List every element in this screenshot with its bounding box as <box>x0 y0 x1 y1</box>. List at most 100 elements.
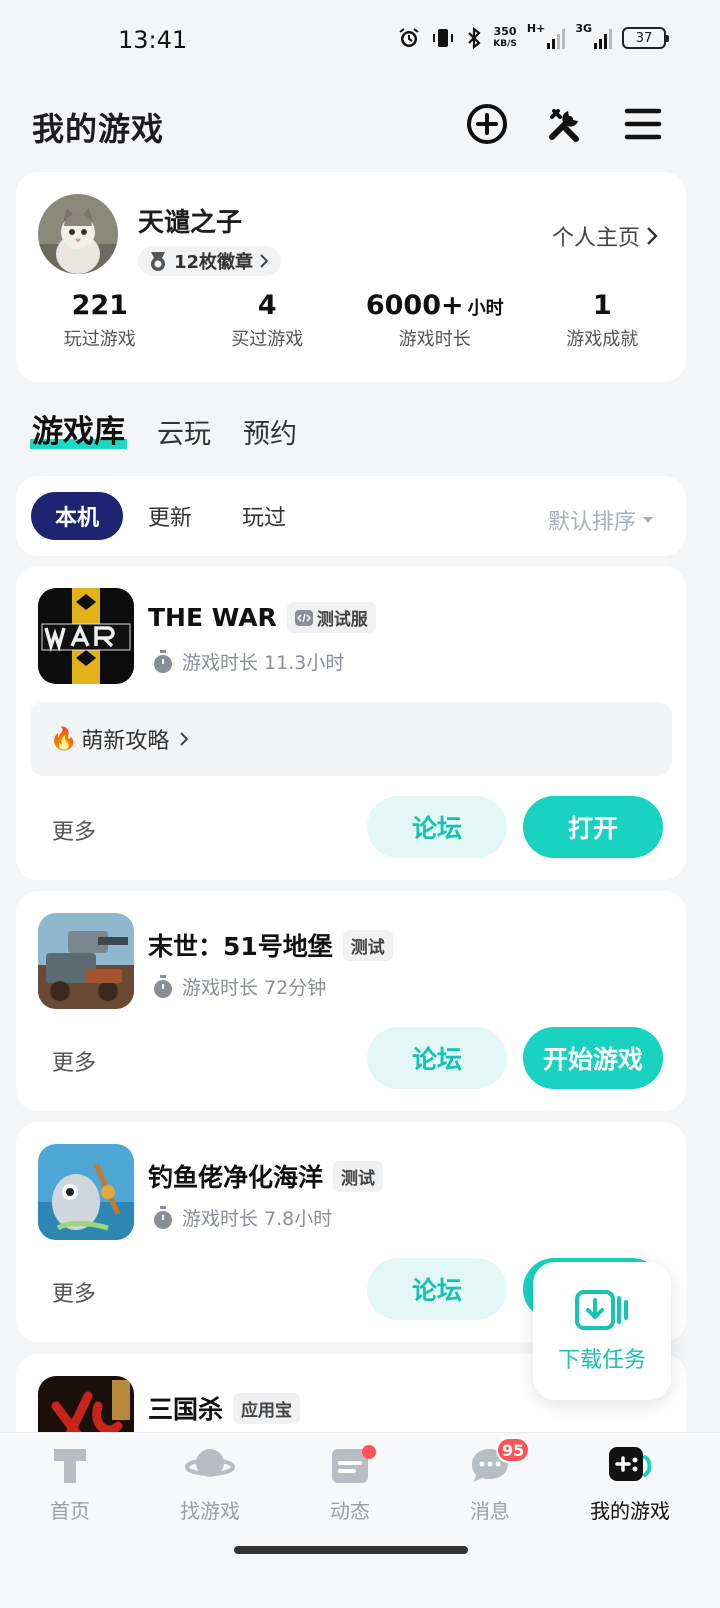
stat-unit: 小时 <box>467 298 504 319</box>
stat-bought[interactable]: 4 买过游戏 <box>184 290 352 351</box>
status-icons: 350 KB/S H+ 3G 37 <box>397 22 669 54</box>
page-header: 我的游戏 <box>0 90 720 160</box>
game-icon-bunker-51[interactable] <box>38 913 134 1009</box>
username: 天谴之子 <box>138 208 243 238</box>
alarm-icon <box>397 22 421 54</box>
homepage-link[interactable]: 个人主页 <box>552 220 658 252</box>
playtime: 游戏时长 72分钟 <box>152 973 326 1000</box>
more-button[interactable]: 更多 <box>52 1045 96 1077</box>
speed-unit: KB/S <box>493 39 517 49</box>
caret-down-icon <box>643 517 653 523</box>
test-tag: 测试 <box>342 929 393 961</box>
more-button[interactable]: 更多 <box>52 814 96 846</box>
add-circle-icon <box>467 104 507 144</box>
status-time: 13:41 <box>118 26 188 54</box>
stopwatch-icon <box>154 1205 172 1229</box>
forum-button[interactable]: 论坛 <box>367 1258 507 1320</box>
stopwatch-icon <box>154 649 172 673</box>
fire-icon: 🔥 <box>50 726 78 752</box>
tab-cloud-play[interactable]: 云玩 <box>157 412 211 451</box>
nav-home[interactable]: 首页 <box>10 1443 130 1524</box>
tools-button[interactable] <box>541 100 589 148</box>
start-game-button[interactable]: 开始游戏 <box>523 1027 663 1089</box>
nav-label: 我的游戏 <box>590 1499 670 1523</box>
playtime: 游戏时长 11.3小时 <box>152 648 344 675</box>
stat-value: 221 <box>71 290 128 321</box>
game-name: 末世：51号地堡 <box>148 932 333 961</box>
nav-messages[interactable]: 95 消息 <box>430 1437 550 1524</box>
planet-icon <box>185 1449 235 1477</box>
gamepad-icon <box>609 1447 652 1481</box>
stat-played[interactable]: 221 玩过游戏 <box>16 290 184 351</box>
tag-label: 测试服 <box>316 610 368 630</box>
badges-count: 12枚徽章 <box>174 252 254 273</box>
playtime-text: 游戏时长 72分钟 <box>182 977 327 999</box>
nav-feed[interactable]: 动态 <box>290 1443 410 1524</box>
nav-discover[interactable]: 找游戏 <box>150 1443 270 1524</box>
game-title: 钓鱼佬净化海洋 测试 <box>148 1158 384 1194</box>
playtime: 游戏时长 7.8小时 <box>152 1204 332 1231</box>
game-card: THE WAR 测试服 游戏时长 11.3小时 🔥 萌新攻略 更多 论坛 打开 <box>16 566 686 880</box>
nav-label: 消息 <box>470 1499 510 1523</box>
game-name: 钓鱼佬净化海洋 <box>148 1163 324 1192</box>
stat-label: 游戏成就 <box>566 329 639 350</box>
tools-icon <box>549 109 579 142</box>
chevron-right-icon <box>180 732 189 746</box>
forum-button[interactable]: 论坛 <box>367 796 507 858</box>
guide-label: 萌新攻略 <box>81 729 170 754</box>
open-button[interactable]: 打开 <box>523 796 663 858</box>
unread-badge: 95 <box>496 1437 531 1463</box>
filter-bar: 本机 更新 玩过 默认排序 <box>16 476 686 556</box>
forum-button[interactable]: 论坛 <box>367 1027 507 1089</box>
stopwatch-icon <box>154 974 172 998</box>
game-title: 三国杀 应用宝 <box>148 1390 301 1426</box>
game-name: THE WAR <box>148 603 277 632</box>
test-server-tag: 测试服 <box>286 602 376 633</box>
page-title: 我的游戏 <box>32 110 165 148</box>
stat-label: 买过游戏 <box>231 329 304 350</box>
nav-my-games[interactable]: 我的游戏 <box>570 1443 690 1524</box>
homepage-label: 个人主页 <box>551 226 640 251</box>
code-icon <box>294 609 313 626</box>
game-icon-the-war[interactable] <box>38 588 134 684</box>
menu-button[interactable] <box>619 100 667 148</box>
profile-stats: 221 玩过游戏 4 买过游戏 6000+ 小时 游戏时长 1 游戏成就 <box>16 290 686 351</box>
add-game-button[interactable] <box>463 100 511 148</box>
bottom-nav: 首页 找游戏 动态 95 消息 我的游戏 <box>0 1432 720 1608</box>
filter-updates[interactable]: 更新 <box>124 492 216 540</box>
bluetooth-icon <box>465 22 483 54</box>
beginner-guide-link[interactable]: 🔥 萌新攻略 <box>30 702 672 776</box>
tab-reservations[interactable]: 预约 <box>243 412 297 451</box>
stat-playtime[interactable]: 6000+ 小时 游戏时长 <box>351 290 519 351</box>
main-tabs: 游戏库 云玩 预约 <box>30 406 297 451</box>
nav-label: 动态 <box>330 1499 370 1523</box>
stat-value: 4 <box>257 290 277 321</box>
badges-link[interactable]: 12枚徽章 <box>138 246 282 276</box>
game-icon-fishing-ocean[interactable] <box>38 1144 134 1240</box>
more-button[interactable]: 更多 <box>52 1276 96 1308</box>
nav-label: 找游戏 <box>180 1499 240 1523</box>
filter-played[interactable]: 玩过 <box>218 492 310 540</box>
chevron-right-icon <box>647 227 658 245</box>
download-tasks-button[interactable]: 下载任务 <box>533 1262 671 1400</box>
network-type-b: 3G <box>575 22 592 35</box>
signal-3g-icon: 3G <box>575 22 612 54</box>
avatar[interactable] <box>38 194 118 274</box>
store-tag: 应用宝 <box>233 1392 301 1424</box>
stat-value: 1 <box>592 290 612 321</box>
game-name: 三国杀 <box>148 1395 224 1424</box>
stat-value: 6000+ <box>365 290 464 321</box>
game-title: THE WAR 测试服 <box>148 602 376 633</box>
chevron-right-icon <box>260 254 269 268</box>
game-card: 末世：51号地堡 测试 游戏时长 72分钟 更多 论坛 开始游戏 <box>16 891 686 1111</box>
stat-label: 玩过游戏 <box>63 329 136 350</box>
stat-achievements[interactable]: 1 游戏成就 <box>519 290 687 351</box>
home-indicator[interactable] <box>234 1546 468 1554</box>
download-icon <box>575 1290 628 1330</box>
sort-dropdown[interactable]: 默认排序 <box>548 504 654 536</box>
vibrate-icon <box>431 22 455 54</box>
playtime-text: 游戏时长 11.3小时 <box>182 652 345 674</box>
filter-local[interactable]: 本机 <box>31 492 124 540</box>
tab-game-library[interactable]: 游戏库 <box>30 406 127 451</box>
battery-icon: 37 <box>622 27 669 49</box>
